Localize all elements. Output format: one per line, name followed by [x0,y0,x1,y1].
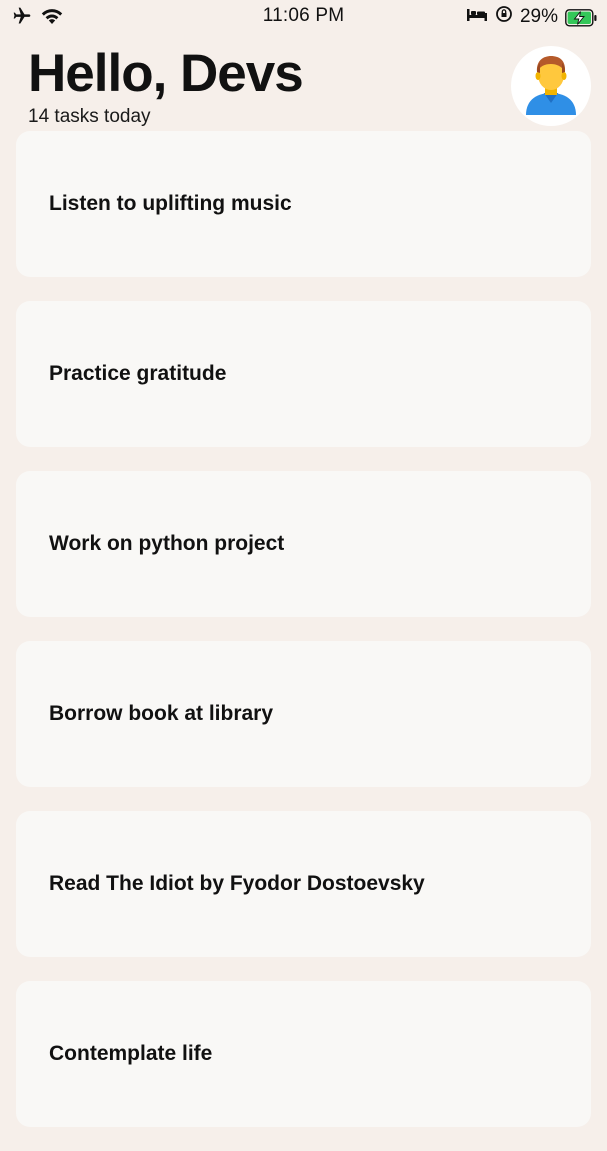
orientation-lock-icon [495,5,513,29]
task-title: Practice gratitude [49,362,227,385]
task-card[interactable]: Practice gratitude [16,301,591,447]
task-card[interactable]: Contemplate life [16,981,591,1127]
task-count-subtitle: 14 tasks today [28,106,151,127]
battery-percent: 29% [519,6,558,27]
task-title: Contemplate life [49,1042,213,1065]
page-title: Hello, Devs [28,44,304,103]
task-title: Read The Idiot by Fyodor Dostoevsky [49,872,425,895]
status-right-icons: 29% [466,5,597,29]
task-title: Work on python project [49,532,285,555]
task-card[interactable]: Listen to uplifting music [16,131,591,277]
status-bar: 11:06 PM 29% [0,0,607,34]
bed-icon [466,6,488,28]
avatar[interactable] [511,46,591,126]
person-avatar-icon [520,53,582,120]
task-card[interactable]: Read The Idiot by Fyodor Dostoevsky [16,811,591,957]
task-list: Listen to uplifting music Practice grati… [16,131,591,1151]
task-card[interactable]: Borrow book at library [16,641,591,787]
task-title: Listen to uplifting music [49,192,292,215]
battery-charging-icon [565,8,597,27]
task-card[interactable]: Work on python project [16,471,591,617]
task-title: Borrow book at library [49,702,274,725]
header: Hello, Devs 14 tasks today [28,44,304,128]
